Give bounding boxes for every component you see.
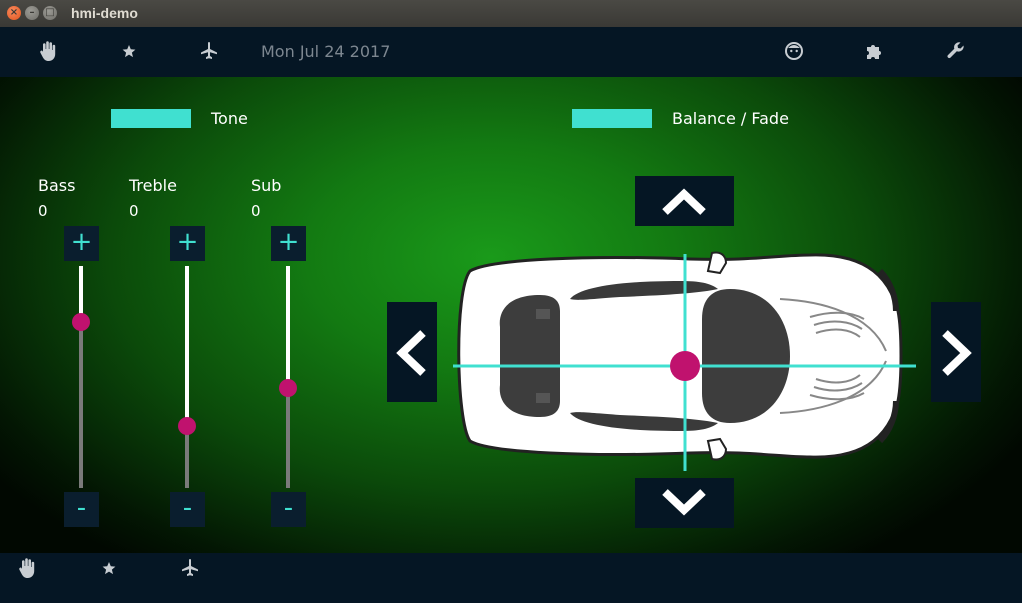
balance-fade-label: Balance / Fade bbox=[672, 109, 789, 128]
puzzle-icon[interactable] bbox=[863, 39, 887, 63]
bass-plus-button[interactable]: + bbox=[64, 226, 99, 261]
airplane-icon[interactable] bbox=[197, 39, 221, 63]
bass-value: 0 bbox=[38, 202, 48, 220]
bass-slider-handle[interactable] bbox=[72, 312, 90, 331]
treble-label: Treble bbox=[129, 176, 177, 195]
window-title: hmi-demo bbox=[71, 5, 138, 21]
treble-track-upper bbox=[185, 266, 189, 426]
window-maximize-button[interactable]: □ bbox=[43, 6, 57, 20]
balance-left-button[interactable] bbox=[387, 302, 437, 402]
sub-plus-button[interactable]: + bbox=[271, 226, 306, 261]
window-close-button[interactable]: × bbox=[7, 6, 21, 20]
bass-track-lower bbox=[79, 321, 83, 488]
chevron-up-icon bbox=[662, 188, 706, 215]
app-area: Mon Jul 24 2017 Tone Balance / Fade Bass… bbox=[0, 27, 1022, 603]
face-icon[interactable] bbox=[782, 39, 806, 63]
balance-fade-handle[interactable] bbox=[670, 351, 700, 381]
window-titlebar: × – □ hmi-demo bbox=[0, 0, 1022, 27]
chevron-left-icon bbox=[396, 330, 426, 376]
treble-plus-button[interactable]: + bbox=[170, 226, 205, 261]
treble-minus-button[interactable]: - bbox=[170, 492, 205, 527]
sub-slider-handle[interactable] bbox=[279, 379, 297, 398]
chevron-right-icon bbox=[942, 330, 972, 376]
fade-up-button[interactable] bbox=[635, 176, 734, 226]
fade-down-button[interactable] bbox=[635, 478, 734, 528]
sub-minus-button[interactable]: - bbox=[271, 492, 306, 527]
chevron-down-icon bbox=[662, 489, 706, 516]
tone-label: Tone bbox=[211, 109, 248, 128]
balance-right-button[interactable] bbox=[931, 302, 981, 402]
airplane-icon[interactable] bbox=[178, 556, 202, 580]
treble-track-lower bbox=[185, 425, 189, 488]
sub-track-lower bbox=[286, 388, 290, 488]
window-minimize-button[interactable]: – bbox=[25, 6, 39, 20]
sub-value: 0 bbox=[251, 202, 261, 220]
tone-swatch[interactable] bbox=[111, 109, 191, 128]
sub-track-upper bbox=[286, 266, 290, 389]
date-display: Mon Jul 24 2017 bbox=[261, 42, 391, 61]
bass-minus-button[interactable]: - bbox=[64, 492, 99, 527]
car-balance-fade-area[interactable] bbox=[450, 241, 930, 471]
treble-value: 0 bbox=[129, 202, 139, 220]
top-nav-bar: Mon Jul 24 2017 bbox=[0, 27, 1022, 77]
bottom-nav-bar bbox=[0, 553, 1022, 603]
treble-slider-handle[interactable] bbox=[178, 416, 196, 435]
star-icon[interactable] bbox=[117, 39, 141, 63]
hand-icon[interactable] bbox=[37, 39, 61, 63]
star-icon[interactable] bbox=[97, 556, 121, 580]
bass-label: Bass bbox=[38, 176, 76, 195]
sub-label: Sub bbox=[251, 176, 282, 195]
balance-fade-swatch[interactable] bbox=[572, 109, 652, 128]
hand-icon[interactable] bbox=[16, 556, 40, 580]
wrench-icon[interactable] bbox=[944, 39, 968, 63]
